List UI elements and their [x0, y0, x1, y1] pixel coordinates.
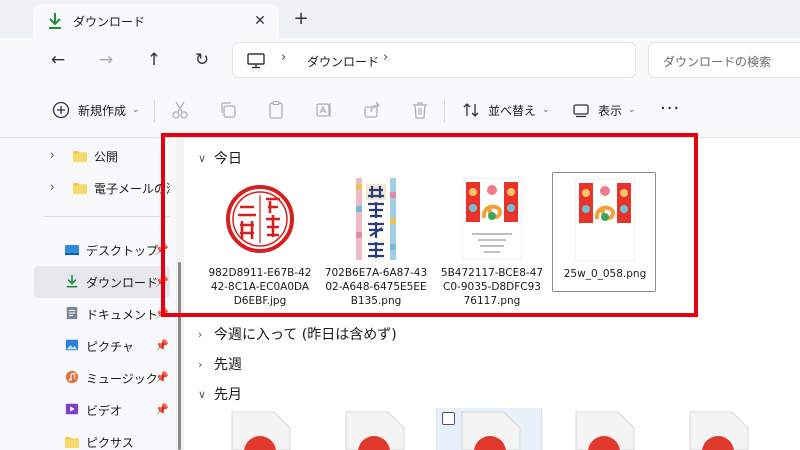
sidebar-item-downloads[interactable]: ダウンロード 📌 — [34, 266, 170, 298]
rename-icon[interactable] — [314, 100, 334, 120]
sidebar-item-label: ピクサス — [86, 436, 134, 450]
paste-icon[interactable] — [266, 100, 286, 120]
breadcrumb-separator[interactable]: › — [383, 50, 388, 65]
pin-icon: 📌 — [155, 403, 169, 416]
download-icon — [49, 13, 61, 29]
search-placeholder: ダウンロードの検索 — [663, 55, 772, 69]
breadcrumb-downloads[interactable]: ダウンロード — [307, 53, 379, 70]
command-bar: 新規作成 ⌄ 並べ替え ⌄ 表示 ⌄ ··· — [0, 82, 800, 138]
expand-caret-icon[interactable]: › — [50, 148, 55, 162]
chevron-down-icon: ⌄ — [628, 105, 636, 115]
sidebar-item-label: ミュージック — [86, 372, 158, 386]
address-bar[interactable]: › ダウンロード › — [232, 42, 636, 78]
chevron-right-icon: › — [198, 327, 203, 341]
desktop-icon — [65, 245, 79, 255]
sidebar-item-label: デスクトップ — [86, 244, 159, 258]
back-button[interactable]: ← — [46, 48, 70, 72]
divider — [154, 100, 155, 122]
up-button[interactable]: ↑ — [142, 48, 166, 72]
breadcrumb-separator[interactable]: › — [281, 50, 286, 65]
sidebar-item-music[interactable]: ミュージック 📌 — [0, 362, 170, 394]
group-header-last-week[interactable]: › 先週 — [198, 354, 242, 374]
sidebar-item-email-attachments[interactable]: › 電子メールの添付 — [0, 172, 170, 204]
sidebar-item-label: ドキュメント — [86, 308, 159, 322]
folder-icon — [73, 183, 87, 194]
trash-icon[interactable] — [410, 100, 430, 120]
computer-icon — [247, 53, 265, 69]
sidebar-item-label: 公開 — [94, 150, 119, 164]
view-button[interactable]: 表示 ⌄ — [572, 98, 636, 122]
search-input[interactable]: ダウンロードの検索 — [648, 42, 800, 78]
expand-caret-icon[interactable]: › — [50, 180, 55, 194]
folder-icon — [65, 437, 79, 448]
chevron-down-icon: ⌄ — [542, 105, 550, 115]
sidebar-item-label: 電子メールの添付 — [94, 182, 170, 196]
document-icon — [66, 306, 78, 320]
view-label: 表示 — [598, 103, 623, 118]
sidebar-item-public[interactable]: › 公開 — [0, 140, 170, 172]
picture-icon — [65, 339, 79, 351]
sidebar-item-label: ダウンロード — [86, 276, 159, 290]
tab-downloads[interactable]: ダウンロード ✕ — [33, 4, 279, 38]
sidebar-item-picsas[interactable]: ピクサス — [0, 426, 170, 450]
folder-icon — [73, 151, 87, 162]
tab-title: ダウンロード — [73, 15, 146, 29]
more-options-button[interactable]: ··· — [660, 98, 680, 119]
sort-icon — [463, 103, 479, 117]
group-header-this-week[interactable]: › 今週に入って (昨日は含めず) — [198, 324, 397, 344]
view-icon — [573, 104, 589, 118]
close-tab-button[interactable]: ✕ — [249, 10, 271, 32]
sidebar-item-pictures[interactable]: ピクチャ 📌 — [0, 330, 170, 362]
cut-icon[interactable] — [170, 100, 190, 120]
share-icon[interactable] — [362, 100, 382, 120]
sidebar-item-desktop[interactable]: デスクトップ 📌 — [0, 234, 170, 266]
sidebar-item-label: ビデオ — [86, 404, 123, 418]
refresh-button[interactable]: ↻ — [190, 48, 214, 72]
highlight-annotation-box — [161, 133, 698, 317]
new-button[interactable]: 新規作成 ⌄ — [52, 98, 140, 122]
pdf-file-icon[interactable] — [340, 410, 410, 450]
sidebar-item-label: ピクチャ — [86, 340, 134, 354]
navigation-pane: › 公開 › 電子メールの添付 デスクトップ 📌 ダウンロード 📌 — [0, 138, 176, 450]
music-icon — [65, 370, 79, 384]
pin-icon: 📌 — [155, 371, 169, 384]
tab-strip: ダウンロード ✕ + — [0, 0, 800, 38]
pdf-file-icon[interactable] — [570, 410, 640, 450]
pin-icon: 📌 — [155, 339, 169, 352]
divider — [444, 100, 445, 122]
new-label: 新規作成 — [78, 103, 127, 118]
sidebar-item-videos[interactable]: ビデオ 📌 — [0, 394, 170, 426]
pdf-file-icon[interactable] — [456, 410, 526, 450]
chevron-down-icon: ∨ — [198, 387, 207, 401]
group-label: 先月 — [214, 387, 242, 403]
sort-label: 並べ替え — [488, 103, 537, 118]
sidebar-divider — [44, 216, 170, 217]
copy-icon[interactable] — [218, 100, 238, 120]
group-label: 今週に入って (昨日は含めず) — [214, 327, 397, 343]
group-header-last-month[interactable]: ∨ 先月 — [198, 384, 242, 404]
group-label: 先週 — [214, 357, 242, 373]
pdf-file-icon[interactable] — [684, 410, 754, 450]
forward-button[interactable]: → — [94, 48, 118, 72]
sort-button[interactable]: 並べ替え ⌄ — [462, 98, 550, 122]
pdf-file-icon[interactable] — [226, 410, 296, 450]
plus-circle-icon — [52, 101, 70, 119]
chevron-down-icon: ⌄ — [132, 105, 140, 115]
video-icon — [65, 403, 79, 415]
sidebar-item-documents[interactable]: ドキュメント 📌 — [0, 298, 170, 330]
navigation-bar: ← → ↑ ↻ › ダウンロード › ダウンロードの検索 — [0, 38, 800, 82]
download-icon — [66, 274, 78, 288]
file-checkbox[interactable] — [442, 412, 455, 425]
chevron-right-icon: › — [198, 357, 203, 371]
new-tab-button[interactable]: + — [290, 9, 312, 31]
